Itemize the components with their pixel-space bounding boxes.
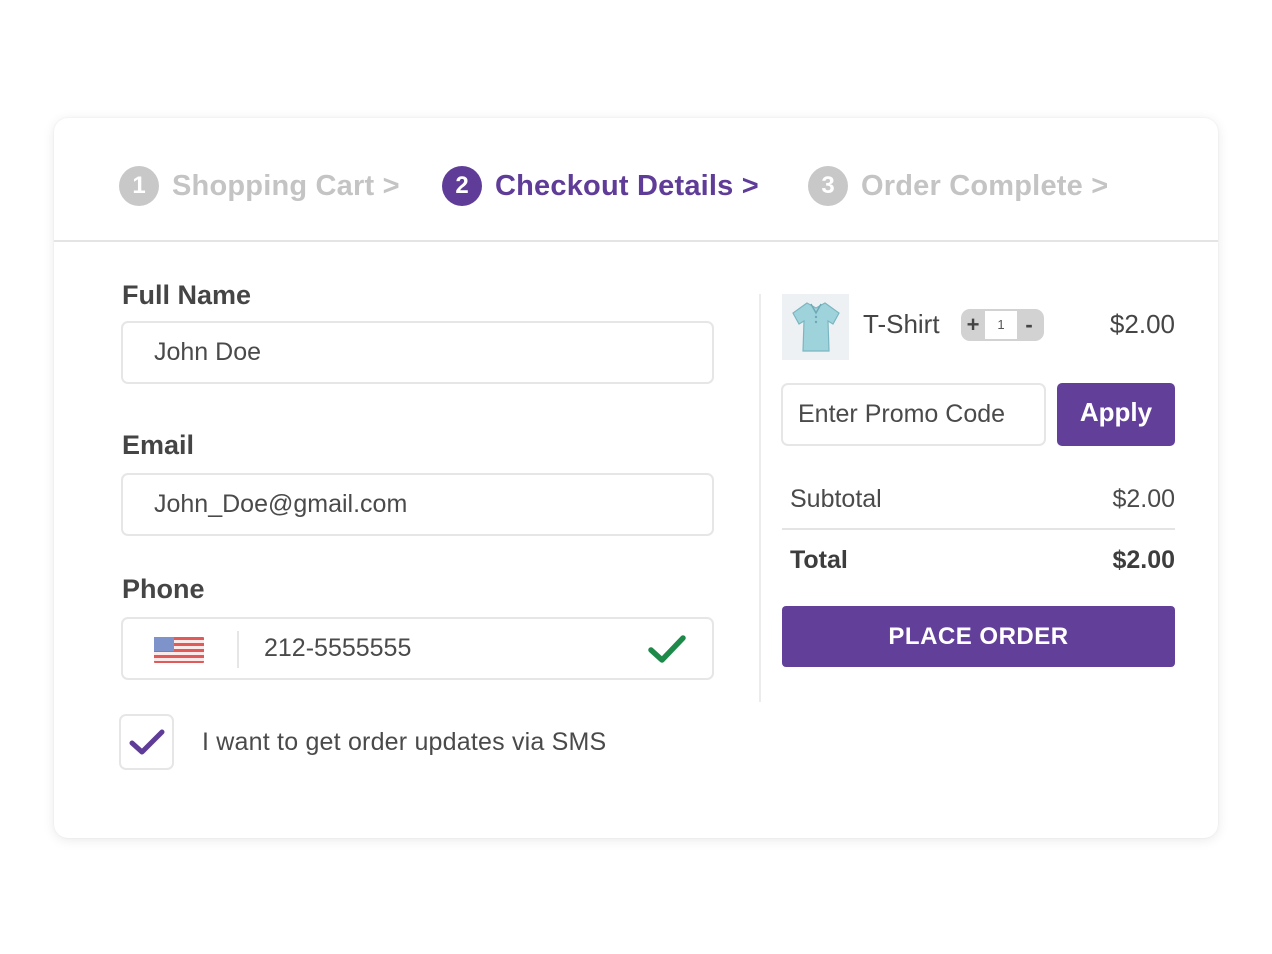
step-shopping-cart[interactable]: 1 Shopping Cart > <box>119 166 400 206</box>
full-name-field-wrapper <box>121 321 714 384</box>
checkout-card: 1 Shopping Cart > 2 Checkout Details > 3… <box>54 118 1218 838</box>
step-checkout-details[interactable]: 2 Checkout Details > <box>442 166 759 206</box>
email-label: Email <box>122 430 195 460</box>
full-name-input[interactable] <box>123 323 712 382</box>
total-label: Total <box>790 546 848 574</box>
phone-label: Phone <box>122 574 205 604</box>
email-input[interactable] <box>123 475 712 534</box>
full-name-label: Full Name <box>122 280 252 310</box>
total-value: $2.00 <box>1112 546 1175 574</box>
tshirt-icon <box>791 302 840 352</box>
tshirt-thumbnail <box>782 294 849 360</box>
summary-divider <box>782 528 1175 530</box>
checkmark-icon <box>129 729 164 755</box>
place-order-button[interactable]: PLACE ORDER <box>782 606 1175 667</box>
sms-opt-in-label: I want to get order updates via SMS <box>202 727 607 756</box>
phone-input[interactable] <box>123 619 712 678</box>
sms-checkbox[interactable] <box>119 714 174 770</box>
phone-divider <box>237 631 239 668</box>
step-number-badge: 1 <box>119 166 159 206</box>
step-label: Checkout Details > <box>495 169 759 202</box>
email-field-wrapper <box>121 473 714 536</box>
checkout-steps: 1 Shopping Cart > 2 Checkout Details > 3… <box>54 118 1218 242</box>
promo-field-wrapper <box>781 383 1046 446</box>
subtotal-row: Subtotal $2.00 <box>790 485 1175 514</box>
item-name: T-Shirt <box>863 309 940 339</box>
apply-promo-button[interactable]: Apply <box>1057 383 1175 446</box>
increase-quantity-button[interactable]: + <box>961 309 985 341</box>
decrease-quantity-button[interactable]: - <box>1017 309 1041 341</box>
sms-opt-in[interactable]: I want to get order updates via SMS <box>119 714 606 770</box>
total-row: Total $2.00 <box>790 546 1175 575</box>
quantity-value[interactable]: 1 <box>985 311 1017 339</box>
phone-field-wrapper <box>121 617 714 680</box>
item-price: $2.00 <box>1109 309 1175 339</box>
subtotal-value: $2.00 <box>1112 485 1175 513</box>
subtotal-label: Subtotal <box>790 485 882 513</box>
us-flag-icon[interactable] <box>154 637 204 663</box>
step-label: Shopping Cart > <box>172 169 400 202</box>
column-divider <box>759 294 761 702</box>
promo-code-input[interactable] <box>783 385 1044 444</box>
valid-check-icon <box>648 635 686 663</box>
step-number-badge: 3 <box>808 166 848 206</box>
quantity-stepper: + 1 - <box>961 309 1044 341</box>
step-label: Order Complete > <box>861 169 1109 202</box>
step-number-badge: 2 <box>442 166 482 206</box>
step-order-complete[interactable]: 3 Order Complete > <box>808 166 1108 206</box>
